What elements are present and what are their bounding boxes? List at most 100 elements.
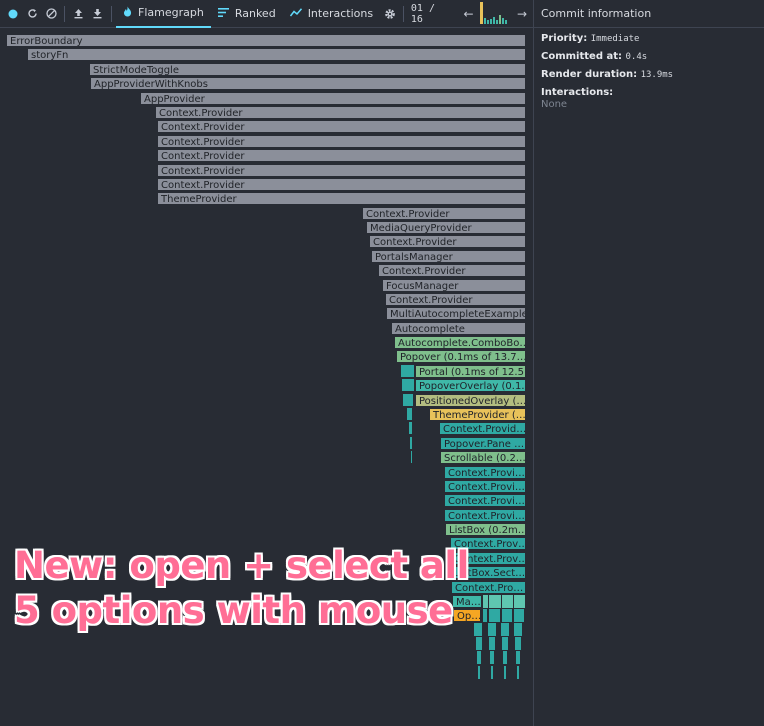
flame-node[interactable]: Context.Provider bbox=[378, 264, 526, 277]
flame-node-stub[interactable] bbox=[503, 651, 507, 664]
flame-node-stub[interactable] bbox=[402, 379, 414, 391]
flame-node-stub[interactable] bbox=[517, 666, 519, 679]
next-commit-arrow-icon[interactable]: → bbox=[512, 0, 532, 28]
commit-bar[interactable] bbox=[502, 17, 505, 24]
committed-at-row: Committed at: 0.4s bbox=[541, 51, 761, 63]
flame-node[interactable]: Context.Provider bbox=[369, 235, 526, 248]
commit-information-panel: Priority: Immediate Committed at: 0.4s R… bbox=[541, 33, 761, 110]
flame-node-stub[interactable] bbox=[489, 637, 495, 650]
commit-selector[interactable] bbox=[480, 1, 510, 26]
commit-bar[interactable] bbox=[487, 19, 490, 24]
flame-node[interactable]: Popover (0.1ms of 13.7… bbox=[396, 350, 526, 363]
flame-node-stub[interactable] bbox=[514, 595, 525, 608]
flame-node[interactable]: MultiAutocompleteExample bbox=[386, 307, 526, 320]
flame-node[interactable]: Context.Provi… bbox=[444, 466, 526, 479]
flame-node-stub[interactable] bbox=[478, 666, 480, 679]
flame-node-stub[interactable] bbox=[410, 437, 412, 449]
flame-node-stub[interactable] bbox=[489, 609, 500, 622]
tab-flamegraph-label: Flamegraph bbox=[138, 6, 204, 19]
flame-node[interactable]: Context.Provider bbox=[385, 293, 526, 306]
load-profile-icon[interactable] bbox=[69, 0, 88, 28]
flame-node-stub[interactable] bbox=[488, 623, 496, 636]
flame-node-stub[interactable] bbox=[490, 651, 494, 664]
commit-bar[interactable] bbox=[493, 16, 496, 24]
flame-node-stub[interactable] bbox=[476, 637, 482, 650]
flame-node-stub[interactable] bbox=[483, 595, 488, 608]
profiler-toolbar: Flamegraph Ranked Interactions 01 / 16 ←… bbox=[0, 0, 534, 28]
flame-node[interactable]: ListBox (0.2m… bbox=[445, 523, 526, 536]
interactions-value: None bbox=[541, 99, 568, 110]
flame-node-stub[interactable] bbox=[502, 595, 513, 608]
flame-node-stub[interactable] bbox=[483, 609, 487, 622]
flame-node-stub[interactable] bbox=[489, 595, 501, 608]
flame-node-stub[interactable] bbox=[411, 451, 412, 463]
commit-bar[interactable] bbox=[505, 19, 508, 24]
flame-node-stub[interactable] bbox=[474, 623, 482, 636]
flame-node-stub[interactable] bbox=[501, 623, 509, 636]
priority-label: Priority bbox=[541, 33, 584, 44]
render-duration-value: 13.9ms bbox=[640, 70, 674, 80]
toolbar-divider bbox=[111, 5, 113, 22]
flame-node[interactable]: ThemeProvider (… bbox=[429, 408, 526, 421]
flame-node[interactable]: Context.Provider bbox=[157, 178, 526, 191]
flame-icon bbox=[123, 6, 132, 20]
commit-bar[interactable] bbox=[490, 18, 493, 24]
sidebar-title: Commit information bbox=[541, 7, 652, 20]
tab-interactions[interactable]: Interactions bbox=[283, 0, 380, 28]
flame-node[interactable]: Scrollable (0.2… bbox=[440, 451, 526, 464]
flame-node[interactable]: ErrorBoundary bbox=[6, 34, 526, 47]
flame-node[interactable]: Autocomplete bbox=[391, 322, 526, 335]
flame-node[interactable]: Context.Provi… bbox=[444, 494, 526, 507]
flame-node-stub[interactable] bbox=[403, 394, 413, 406]
flame-node-stub[interactable] bbox=[502, 609, 512, 622]
tab-flamegraph[interactable]: Flamegraph bbox=[116, 0, 211, 28]
flame-node[interactable]: Context.Provid… bbox=[439, 422, 526, 435]
commit-bar[interactable] bbox=[480, 1, 484, 24]
flame-node[interactable]: Context.Provider bbox=[157, 149, 526, 162]
flame-node-stub[interactable] bbox=[502, 637, 508, 650]
flame-node[interactable]: Context.Provider bbox=[157, 164, 526, 177]
save-profile-icon[interactable] bbox=[88, 0, 107, 28]
flame-node[interactable]: PopoverOverlay (0.1… bbox=[415, 379, 526, 392]
flame-node-stub[interactable] bbox=[504, 666, 506, 679]
flame-node[interactable]: Popover.Pane … bbox=[440, 437, 526, 450]
prev-commit-arrow-icon[interactable]: ← bbox=[459, 0, 479, 28]
flame-node[interactable]: Context.Provider bbox=[155, 106, 526, 119]
flame-node[interactable]: Context.Provi… bbox=[444, 480, 526, 493]
flame-node[interactable]: AppProviderWithKnobs bbox=[90, 77, 526, 90]
flame-node[interactable]: storyFn bbox=[27, 48, 526, 61]
commit-bar[interactable] bbox=[499, 14, 502, 24]
flame-node-stub[interactable] bbox=[477, 651, 481, 664]
flame-node-stub[interactable] bbox=[491, 666, 493, 679]
flame-node[interactable]: Context.Provider bbox=[157, 120, 526, 133]
tab-ranked[interactable]: Ranked bbox=[211, 0, 283, 28]
flame-node-stub[interactable] bbox=[401, 365, 414, 377]
flame-node[interactable]: StrictModeToggle bbox=[89, 63, 526, 76]
flame-node[interactable]: Context.Provi… bbox=[444, 509, 526, 522]
flame-node-stub[interactable] bbox=[515, 637, 521, 650]
flame-node[interactable]: Context.Provider bbox=[157, 135, 526, 148]
flame-node[interactable]: ThemeProvider bbox=[157, 192, 526, 205]
annotation-line-2: 5 options with mouse bbox=[14, 589, 453, 632]
flame-node-stub[interactable] bbox=[514, 623, 522, 636]
flame-node[interactable]: Autocomplete.ComboBo… bbox=[394, 336, 526, 349]
flame-node[interactable]: Portal (0.1ms of 12.5… bbox=[415, 365, 526, 378]
reload-icon[interactable] bbox=[23, 0, 42, 28]
record-icon[interactable] bbox=[4, 0, 23, 28]
flame-node-stub[interactable] bbox=[409, 422, 412, 434]
flame-node[interactable]: Op… bbox=[453, 609, 481, 622]
commit-bar[interactable] bbox=[496, 19, 499, 24]
flame-node[interactable]: Ma… bbox=[452, 595, 482, 608]
clear-icon[interactable] bbox=[42, 0, 61, 28]
flame-node-stub[interactable] bbox=[407, 408, 412, 420]
flame-node-stub[interactable] bbox=[516, 651, 520, 664]
commit-bar[interactable] bbox=[484, 17, 487, 24]
settings-gear-icon[interactable] bbox=[380, 0, 399, 28]
flame-node[interactable]: PositionedOverlay (… bbox=[415, 394, 526, 407]
flame-node[interactable]: FocusManager bbox=[382, 279, 526, 292]
flame-node[interactable]: MediaQueryProvider bbox=[366, 221, 526, 234]
flame-node[interactable]: AppProvider bbox=[140, 92, 526, 105]
flame-node[interactable]: PortalsManager bbox=[371, 250, 526, 263]
flame-node-stub[interactable] bbox=[514, 609, 524, 622]
flame-node[interactable]: Context.Provider bbox=[362, 207, 526, 220]
